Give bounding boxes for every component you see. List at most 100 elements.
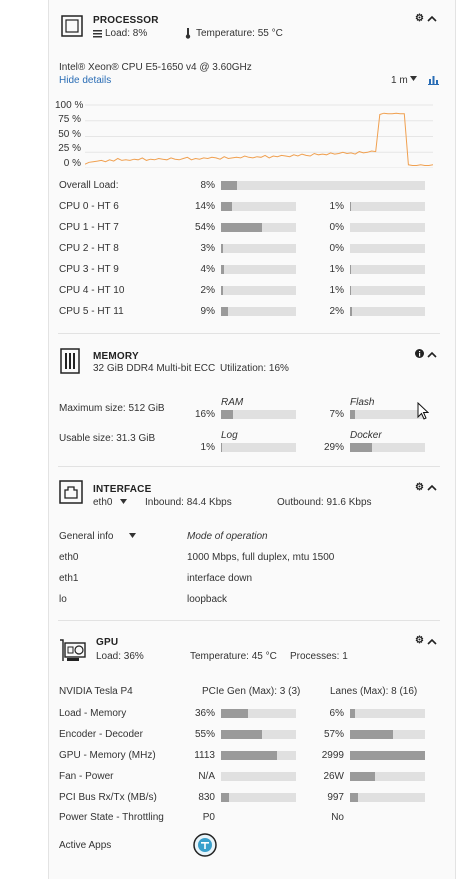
interface-mode: loopback: [187, 594, 228, 605]
gpu-metric-b-bar-fill: [350, 772, 375, 781]
gpu-name: NVIDIA Tesla P4: [59, 686, 133, 697]
gpu-processes: Processes: 1: [290, 651, 348, 662]
cpu-core-b-bar-fill: [350, 202, 351, 211]
gpu-metric-a-value: 36%: [194, 708, 215, 719]
settings-icon[interactable]: ⚙: [415, 635, 424, 646]
cpu-core-label: CPU 0 - HT 6: [59, 201, 119, 212]
info-icon[interactable]: [415, 349, 424, 358]
gpu-metric-b-bar: [350, 751, 425, 760]
gpu-metric-a-bar-fill: [221, 793, 229, 802]
bar-chart-icon[interactable]: [428, 75, 439, 85]
cpu-core-label: CPU 3 - HT 9: [59, 264, 119, 275]
cpu-core-a-bar-fill: [221, 286, 223, 295]
flash-label: Flash: [350, 397, 375, 408]
throttling-value: No: [331, 812, 344, 823]
cpu-core-b-pct: 1%: [329, 201, 344, 212]
docker-pct: 29%: [323, 442, 344, 453]
gpu-metric-label: PCI Bus Rx/Tx (MB/s): [59, 792, 157, 803]
max-size-label: Maximum size: 512 GiB: [59, 403, 165, 414]
mouse-cursor-icon: [417, 402, 429, 420]
gpu-metric-b-bar-fill: [350, 709, 355, 718]
cpu-core-a-bar-fill: [221, 265, 224, 274]
log-label: Log: [221, 430, 238, 441]
gpu-lanes: Lanes (Max): 8 (16): [330, 686, 418, 697]
gpu-metric-b-value: 2999: [321, 750, 344, 761]
gpu-metric-label: Fan - Power: [59, 771, 114, 782]
y-tick-75: 75 %: [58, 114, 81, 125]
cpu-core-a-pct: 4%: [200, 264, 215, 275]
gpu-metric-a-bar-fill: [221, 751, 277, 760]
cpu-core-a-bar-fill: [221, 223, 262, 232]
settings-icon[interactable]: ⚙: [415, 482, 424, 493]
cpu-core-b-pct: 0%: [329, 243, 344, 254]
chevron-up-icon[interactable]: [427, 351, 437, 358]
y-tick-0: 0 %: [63, 158, 81, 169]
gpu-metric-a-value: 55%: [194, 729, 215, 740]
interface-title: INTERFACE: [93, 484, 152, 495]
cpu-core-b-bar: [350, 223, 425, 232]
gpu-title: GPU: [96, 637, 119, 648]
log-bar-fill: [221, 443, 222, 452]
divider: [58, 466, 440, 467]
interface-select[interactable]: eth0: [93, 497, 112, 508]
gpu-metric-a-bar: [221, 730, 296, 739]
power-state-value: P0: [202, 812, 215, 823]
docker-bar: [350, 443, 425, 452]
cpu-core-label: CPU 1 - HT 7: [59, 222, 119, 233]
cpu-core-label: CPU 4 - HT 10: [59, 285, 125, 296]
interface-name[interactable]: eth1: [59, 573, 78, 584]
app-avatar-icon[interactable]: [193, 833, 217, 857]
docker-label: Docker: [350, 430, 382, 441]
cpu-core-a-pct: 3%: [200, 243, 215, 254]
cpu-core-a-bar-fill: [221, 244, 224, 253]
processor-load: Load: 8%: [105, 28, 148, 39]
caret-down-icon[interactable]: [120, 499, 127, 505]
overall-load-bar-fill: [221, 181, 238, 190]
cpu-core-b-pct: 1%: [329, 264, 344, 275]
gpu-metric-b-value: 26W: [323, 771, 344, 782]
y-tick-100: 100 %: [55, 100, 84, 111]
cpu-core-b-bar: [350, 286, 425, 295]
y-tick-25: 25 %: [58, 143, 81, 154]
overall-load-bar: [221, 181, 425, 190]
hide-details-link[interactable]: Hide details: [59, 75, 111, 86]
log-bar: [221, 443, 296, 452]
chevron-up-icon[interactable]: [427, 638, 437, 645]
divider: [58, 333, 440, 334]
interface-name[interactable]: eth0: [59, 552, 78, 563]
gpu-metric-b-value: 6%: [329, 708, 344, 719]
cpu-core-a-bar: [221, 223, 296, 232]
time-range-select[interactable]: 1 m: [391, 75, 408, 86]
ethernet-icon: [59, 480, 83, 504]
cpu-core-b-bar: [350, 307, 425, 316]
gpu-metric-a-value: 1113: [194, 750, 215, 761]
cpu-core-a-pct: 54%: [194, 222, 215, 233]
gpu-metric-b-value: 57%: [323, 729, 344, 740]
gpu-metric-b-bar-fill: [350, 793, 358, 802]
ram-bar-fill: [221, 410, 233, 419]
caret-down-icon[interactable]: [410, 76, 417, 82]
memory-spec: 32 GiB DDR4 Multi-bit ECC: [93, 363, 216, 374]
chevron-up-icon[interactable]: [427, 15, 437, 22]
gpu-metric-label: Load - Memory: [59, 708, 127, 719]
ram-pct: 16%: [194, 409, 215, 420]
caret-down-icon[interactable]: [129, 533, 136, 539]
gpu-metric-a-value: N/A: [198, 771, 215, 782]
docker-bar-fill: [350, 443, 372, 452]
cpu-core-b-pct: 1%: [329, 285, 344, 296]
usable-size-label: Usable size: 31.3 GiB: [59, 433, 156, 444]
gpu-metric-label: Encoder - Decoder: [59, 729, 143, 740]
cpu-load-chart: [85, 104, 433, 168]
gpu-metric-a-bar: [221, 793, 296, 802]
ram-bar: [221, 410, 296, 419]
interface-name[interactable]: lo: [59, 594, 67, 605]
gpu-metric-a-bar-fill: [221, 709, 248, 718]
settings-icon[interactable]: ⚙: [415, 13, 424, 24]
gpu-metric-b-bar: [350, 709, 425, 718]
gpu-load: Load: 36%: [96, 651, 144, 662]
chevron-up-icon[interactable]: [427, 484, 437, 491]
cpu-core-label: CPU 5 - HT 11: [59, 306, 124, 317]
general-info-select[interactable]: General info: [59, 531, 113, 542]
mode-header: Mode of operation: [187, 531, 268, 542]
power-state-label: Power State - Throttling: [59, 812, 164, 823]
